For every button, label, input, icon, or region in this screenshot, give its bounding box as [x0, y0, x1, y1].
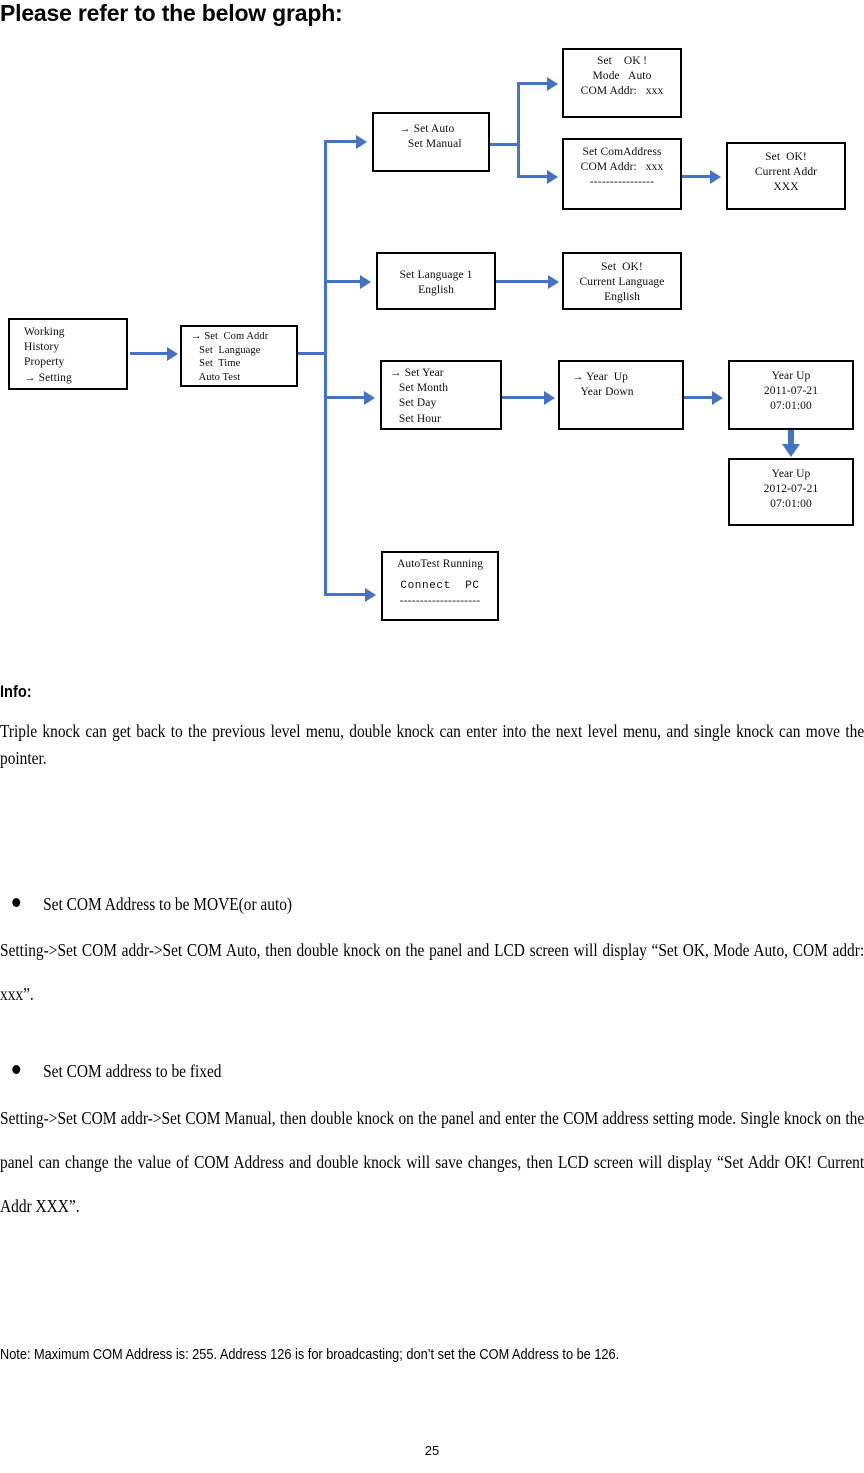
- set-ok-language-screen: Set OK! Current Language English: [562, 252, 682, 310]
- set-ok-language-line-1: Set OK!: [601, 261, 643, 273]
- com-mode-menu-screen: → Set Auto Set Manual: [372, 112, 490, 172]
- connector-spine-to-settime: [324, 396, 364, 399]
- main-menu-line-4: → Setting: [24, 371, 72, 384]
- connector-spine-vertical: [324, 140, 327, 596]
- arrowhead-comaddress-to-setokaddr: [710, 170, 721, 184]
- autotest-running-screen: AutoTest Running Connect PC ------------…: [381, 551, 499, 621]
- connector-commode-branch-vertical: [517, 82, 520, 178]
- autotest-title: AutoTest Running: [396, 558, 484, 570]
- main-menu-screen: Working History Property → Setting: [8, 318, 128, 390]
- connector-comaddress-to-setokaddr: [682, 175, 710, 178]
- year-2011-line-3: 07:01:00: [770, 400, 812, 413]
- setting-menu-line-1: → Set Com Addr: [191, 331, 269, 342]
- setting-menu-line-4: Auto Test: [191, 371, 241, 383]
- year-up-down-screen: → Year Up Year Down: [558, 360, 684, 430]
- set-time-line-1: → Set Year: [390, 367, 444, 379]
- year-updown-line-1: → Year Up: [572, 371, 628, 383]
- year-2011-line-2: 2011-07-21: [763, 385, 819, 398]
- year-2012-line-2: 2012-07-21: [763, 483, 819, 496]
- arrowhead-year2011-to-year2012: [782, 444, 800, 457]
- set-comaddress-line-3: ----------------: [589, 176, 655, 189]
- bullet-item-com-address-move: Set COM Address to be MOVE(or auto): [0, 894, 292, 915]
- page-title: Please refer to the below graph:: [0, 0, 343, 26]
- connector-mainmenu-to-setting: [130, 352, 168, 355]
- bullet-point-icon: [12, 898, 21, 907]
- bullet-item-com-address-fixed: Set COM address to be fixed: [0, 1061, 221, 1082]
- set-time-line-4: Set Hour: [390, 412, 441, 425]
- arrowhead-commode-to-comaddress: [547, 170, 558, 184]
- main-menu-line-2: History: [24, 341, 60, 354]
- arrowhead-commode-to-setokauto: [547, 77, 558, 91]
- setting-menu-line-2: Set Language: [191, 344, 261, 356]
- autotest-gap: [383, 572, 497, 579]
- set-time-menu-screen: → Set Year Set Month Set Day Set Hour: [380, 360, 502, 430]
- year-2011-line-1: Year Up: [771, 370, 811, 382]
- bullet-label-1: Set COM Address to be MOVE(or auto): [43, 894, 293, 914]
- set-comaddress-line-1: Set ComAddress: [582, 146, 662, 158]
- setting-menu-screen: → Set Com Addr Set Language Set Time Aut…: [180, 325, 298, 387]
- section-body-2: Setting->Set COM addr->Set COM Manual, t…: [0, 1108, 864, 1216]
- autotest-dashes: --------------------: [399, 594, 481, 607]
- set-language-screen: Set Language 1 English: [376, 252, 496, 310]
- set-ok-language-line-3: English: [604, 291, 640, 304]
- set-ok-language-line-2: Current Language: [579, 276, 665, 289]
- section-body-1: Setting->Set COM addr->Set COM Auto, the…: [0, 940, 864, 1004]
- connector-commode-to-setokauto: [517, 82, 547, 85]
- menu-flow-diagram: Working History Property → Setting → Set…: [0, 30, 864, 640]
- set-ok-addr-line-2: Current Addr: [754, 166, 818, 179]
- year-updown-line-2: Year Down: [572, 386, 634, 399]
- set-time-line-3: Set Day: [390, 397, 437, 410]
- info-paragraph: Triple knock can get back to the previou…: [0, 721, 864, 768]
- set-comaddress-screen: Set ComAddress COM Addr: xxx -----------…: [562, 138, 682, 210]
- arrowhead-spine-to-autotest: [365, 588, 376, 602]
- arrowhead-spine-to-language: [360, 275, 371, 289]
- connector-commode-to-comaddress: [517, 175, 547, 178]
- com-mode-line-2: Set Manual: [399, 138, 462, 151]
- connector-setting-to-spine: [298, 352, 326, 355]
- set-ok-current-addr-screen: Set OK! Current Addr XXX: [726, 142, 846, 210]
- set-ok-auto-line-1: Set OK !: [596, 55, 648, 67]
- connector-settime-to-yearupdown: [502, 396, 544, 399]
- set-ok-auto-screen: Set OK ! Mode Auto COM Addr: xxx: [562, 48, 682, 118]
- connector-language-to-setoklanguage: [496, 280, 548, 283]
- set-time-line-2: Set Month: [390, 382, 449, 395]
- year-up-2012-screen: Year Up 2012-07-21 07:01:00: [728, 458, 854, 526]
- set-ok-addr-line-1: Set OK!: [765, 151, 807, 163]
- set-ok-addr-line-3: XXX: [773, 181, 799, 194]
- set-ok-auto-line-3: COM Addr: xxx: [580, 85, 664, 98]
- connector-spine-to-autotest: [324, 593, 366, 596]
- bullet-label-2: Set COM address to be fixed: [43, 1061, 222, 1081]
- set-language-line-2: English: [418, 284, 454, 297]
- arrowhead-settime-to-yearupdown: [544, 391, 555, 405]
- set-ok-auto-line-2: Mode Auto: [592, 70, 652, 83]
- year-2012-line-3: 07:01:00: [770, 498, 812, 511]
- set-language-line-1: Set Language 1: [399, 269, 473, 281]
- com-mode-line-1: → Set Auto: [399, 123, 455, 135]
- arrowhead-spine-to-settime: [364, 391, 375, 405]
- setting-menu-line-3: Set Time: [191, 358, 241, 370]
- main-menu-line-3: Property: [24, 356, 65, 369]
- main-menu-line-1: Working: [24, 326, 65, 338]
- arrowhead-mainmenu-to-setting: [167, 347, 178, 361]
- set-comaddress-line-2: COM Addr: xxx: [580, 161, 664, 174]
- arrowhead-yearupdown-to-year2011: [712, 391, 723, 405]
- connector-commode-out: [490, 143, 520, 146]
- arrowhead-spine-to-commode: [356, 135, 367, 149]
- year-2012-line-1: Year Up: [771, 468, 811, 480]
- autotest-connect-pc: Connect PC: [400, 580, 480, 593]
- connector-yearupdown-to-year2011: [684, 396, 712, 399]
- note-text: Note: Maximum COM Address is: 255. Addre…: [0, 1347, 620, 1363]
- year-up-2011-screen: Year Up 2011-07-21 07:01:00: [728, 360, 854, 430]
- page-number: 25: [424, 1443, 440, 1458]
- bullet-point-icon: [12, 1065, 21, 1074]
- connector-spine-to-commode: [324, 140, 356, 143]
- info-label: Info:: [0, 682, 32, 701]
- arrowhead-language-to-setoklanguage: [548, 275, 559, 289]
- connector-spine-to-language: [324, 280, 360, 283]
